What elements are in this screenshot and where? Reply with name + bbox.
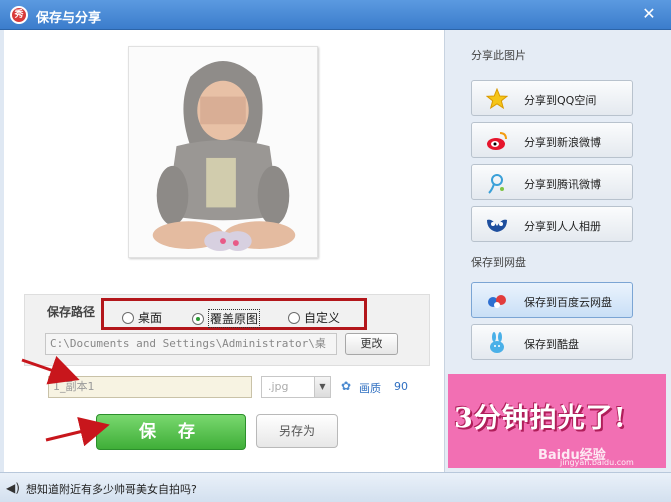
save-path-section: 保存路径 桌面 覆盖原图 自定义 C:\Documents and Settin… bbox=[24, 294, 430, 366]
kupan-rabbit-icon bbox=[490, 332, 504, 353]
share-label: 保存到百度云网盘 bbox=[524, 296, 612, 309]
radio-label: 覆盖原图 bbox=[208, 309, 261, 328]
share-tencent-weibo-button[interactable]: 分享到腾讯微博 bbox=[471, 164, 633, 200]
radio-dot bbox=[122, 311, 134, 324]
save-button[interactable]: 保 存 bbox=[96, 414, 246, 450]
radio-dot bbox=[288, 311, 300, 324]
save-as-button[interactable]: 另存为 bbox=[256, 414, 338, 448]
save-path-label: 保存路径 bbox=[47, 305, 96, 319]
radio-label: 桌面 bbox=[138, 311, 163, 325]
app-logo-icon: 秀 bbox=[10, 6, 28, 24]
save-baidu-cloud-button[interactable]: 保存到百度云网盘 bbox=[471, 282, 633, 318]
chevron-down-icon[interactable]: ▼ bbox=[314, 377, 330, 397]
share-label: 分享到QQ空间 bbox=[524, 94, 597, 107]
save-path-input[interactable]: C:\Documents and Settings\Administrator\… bbox=[45, 333, 337, 355]
title-bar: 秀 保存与分享 ✕ bbox=[0, 0, 671, 30]
window-title: 保存与分享 bbox=[36, 11, 102, 26]
ad-banner[interactable]: 3分钟拍光了! Baidu经验 jingyan.baidu.com bbox=[448, 374, 666, 468]
right-panel: 分享此图片 分享到QQ空间 分享到新浪微博 分享到腾讯微博 分享到人人相册 保存… bbox=[444, 30, 671, 472]
save-location-options: 桌面 覆盖原图 自定义 bbox=[101, 298, 367, 330]
cloud-section-title: 保存到网盘 bbox=[471, 256, 526, 269]
quality-link[interactable]: 画质 bbox=[359, 380, 381, 396]
status-bar: ◀) 想知道附近有多少帅哥美女自拍吗? bbox=[0, 472, 671, 502]
format-select-value: .jpg bbox=[268, 380, 289, 393]
format-select[interactable]: .jpg ▼ bbox=[261, 376, 331, 398]
share-sina-weibo-button[interactable]: 分享到新浪微博 bbox=[471, 122, 633, 158]
left-panel: 保存路径 桌面 覆盖原图 自定义 C:\Documents and Settin… bbox=[4, 30, 444, 472]
radio-overwrite-original[interactable]: 覆盖原图 bbox=[192, 309, 261, 328]
share-label: 分享到人人相册 bbox=[524, 220, 601, 233]
renren-icon bbox=[487, 219, 507, 232]
filename-input[interactable]: 1_副本1 bbox=[48, 376, 252, 398]
qzone-star-icon bbox=[486, 88, 508, 110]
share-label: 保存到酷盘 bbox=[524, 338, 579, 351]
radio-desktop[interactable]: 桌面 bbox=[122, 309, 162, 326]
photo-preview bbox=[128, 46, 318, 258]
tencent-weibo-icon bbox=[488, 174, 504, 194]
share-label: 分享到新浪微博 bbox=[524, 136, 601, 149]
share-qzone-button[interactable]: 分享到QQ空间 bbox=[471, 80, 633, 116]
gear-icon[interactable]: ✿ bbox=[341, 380, 353, 392]
baidu-watermark-url: jingyan.baidu.com bbox=[560, 458, 634, 467]
ad-text: 3分钟拍光了! bbox=[454, 403, 627, 434]
close-icon[interactable]: ✕ bbox=[641, 6, 657, 22]
change-path-button[interactable]: 更改 bbox=[345, 333, 398, 355]
status-message-link[interactable]: 想知道附近有多少帅哥美女自拍吗? bbox=[26, 481, 197, 497]
baidu-cloud-icon bbox=[488, 295, 506, 308]
baby-photo-image bbox=[129, 47, 317, 257]
quality-value: 90 bbox=[394, 380, 408, 393]
sina-weibo-icon bbox=[487, 132, 507, 150]
share-section-title: 分享此图片 bbox=[471, 49, 526, 62]
radio-label: 自定义 bbox=[304, 311, 341, 325]
speaker-icon: ◀) bbox=[6, 481, 20, 495]
share-label: 分享到腾讯微博 bbox=[524, 178, 601, 191]
radio-custom[interactable]: 自定义 bbox=[288, 309, 340, 326]
radio-dot-checked bbox=[192, 312, 204, 325]
share-renren-button[interactable]: 分享到人人相册 bbox=[471, 206, 633, 242]
save-kupan-button[interactable]: 保存到酷盘 bbox=[471, 324, 633, 360]
